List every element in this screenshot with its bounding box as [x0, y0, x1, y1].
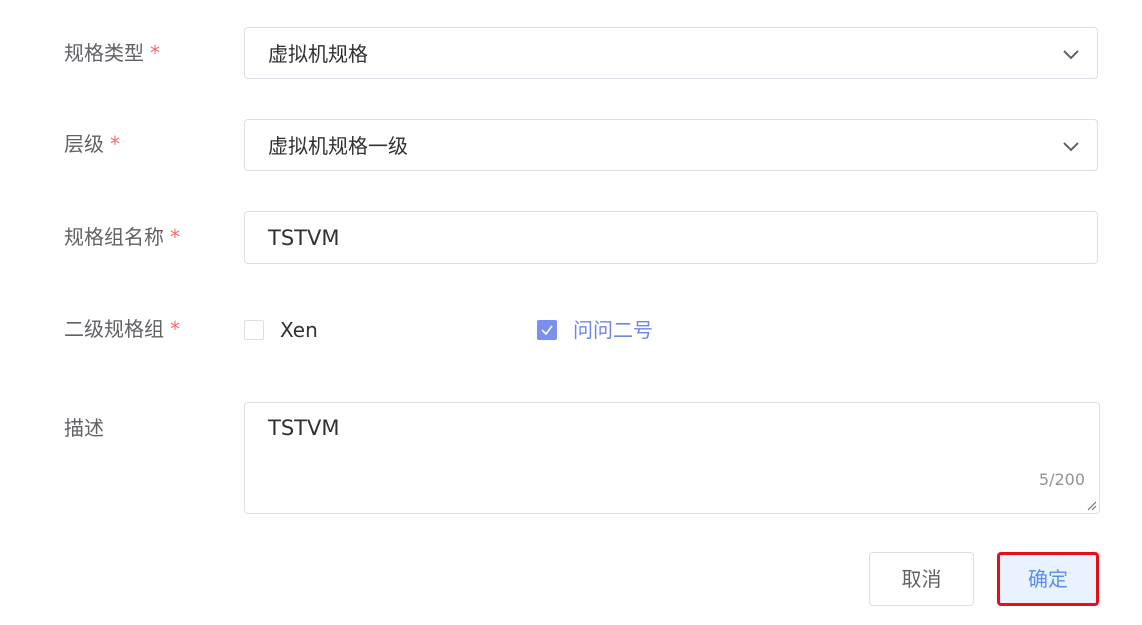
group-name-label-text: 规格组名称 [64, 225, 164, 249]
required-mark: * [170, 225, 180, 249]
description-textarea-value: TSTVM [268, 416, 340, 440]
secondary-groups-label: 二级规格组 * [64, 316, 180, 342]
secondary-groups-label-text: 二级规格组 [64, 317, 164, 341]
cancel-button[interactable]: 取消 [869, 552, 974, 606]
checkbox-xen-label[interactable]: Xen [280, 317, 318, 343]
checkbox-box-checked[interactable] [537, 320, 557, 340]
chevron-down-icon [1063, 50, 1079, 60]
check-icon [541, 325, 553, 336]
spec-type-label-text: 规格类型 [64, 41, 144, 65]
level-select-value: 虚拟机规格一级 [268, 134, 408, 158]
confirm-button[interactable]: 确定 [997, 552, 1099, 606]
group-name-input[interactable]: TSTVM [244, 211, 1098, 264]
required-mark: * [150, 41, 160, 65]
spec-type-select-value: 虚拟机规格 [268, 42, 368, 66]
spec-type-label: 规格类型 * [64, 40, 160, 66]
required-mark: * [170, 317, 180, 341]
char-count: 5/200 [1038, 470, 1085, 489]
chevron-down-icon [1063, 142, 1079, 152]
description-label: 描述 [64, 415, 104, 441]
required-mark: * [110, 132, 120, 156]
spec-type-select[interactable]: 虚拟机规格 [244, 27, 1098, 79]
group-name-input-value: TSTVM [268, 226, 340, 250]
spec-group-form: 规格类型 * 虚拟机规格 层级 * 虚拟机规格一级 规格组名称 * TSTVM 二级规… [0, 0, 1142, 625]
group-name-label: 规格组名称 * [64, 224, 180, 250]
checkbox-box[interactable] [244, 320, 264, 340]
secondary-groups-checkbox-group: Xen 问问二号 [244, 316, 1098, 344]
level-label-text: 层级 [64, 132, 104, 156]
description-label-text: 描述 [64, 416, 104, 440]
level-select[interactable]: 虚拟机规格一级 [244, 119, 1098, 171]
level-label: 层级 * [64, 131, 120, 157]
resize-grip-icon[interactable] [1085, 499, 1097, 511]
checkbox-wenwen-erhao-label[interactable]: 问问二号 [573, 317, 653, 343]
description-textarea[interactable]: TSTVM 5/200 [244, 402, 1100, 514]
